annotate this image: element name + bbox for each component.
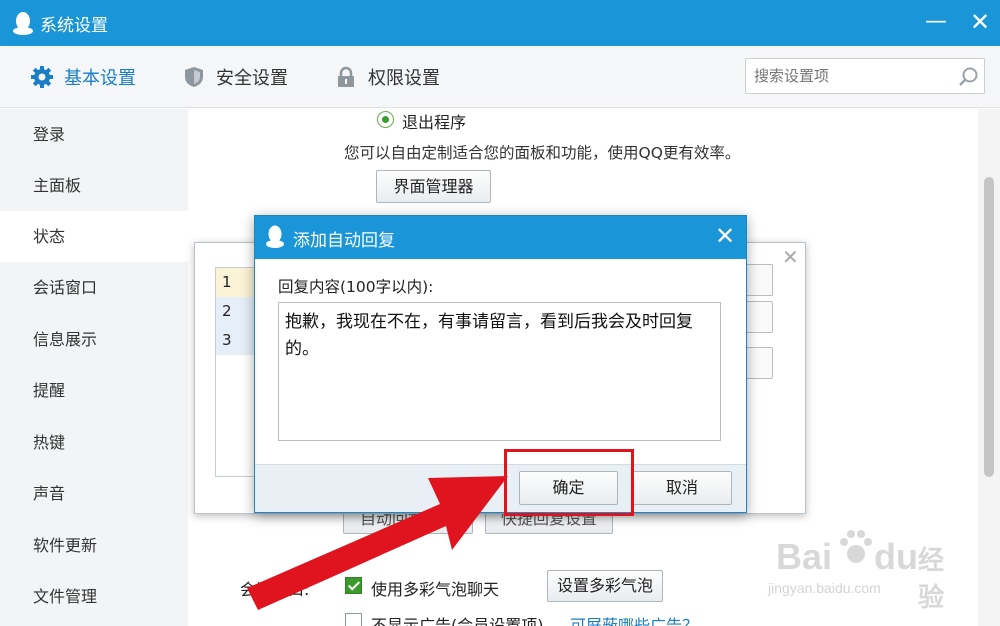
no-ads-label: 不显示广告(会员设置项)	[371, 616, 544, 626]
tab-label: 基本设置	[64, 68, 136, 89]
lock-icon	[338, 66, 354, 87]
reply-content-label: 回复内容(100字以内):	[278, 278, 434, 296]
dialog-title-bar: 添加自动回复 ✕	[255, 216, 746, 259]
session-window-label: 会话窗口:	[240, 580, 310, 599]
title-bar: 系统设置 — ✕	[0, 0, 1000, 46]
search-icon[interactable]	[958, 66, 980, 88]
qq-penguin-icon	[13, 12, 33, 35]
minimize-button[interactable]: —	[918, 6, 954, 38]
sidebar: 登录 主面板 状态 会话窗口 信息展示 提醒 热键 声音 软件更新 文件管理	[0, 109, 188, 626]
tab-permission-settings[interactable]: 权限设置	[334, 64, 440, 90]
search-input[interactable]	[754, 65, 954, 87]
reply-list: 1 2 3	[215, 267, 259, 477]
no-ads-checkbox[interactable]	[345, 613, 362, 626]
sidebar-item-status[interactable]: 状态	[0, 211, 188, 262]
add-auto-reply-dialog: 添加自动回复 ✕ 回复内容(100字以内): 抱歉，我现在不在，有事请留言，看到…	[254, 215, 747, 513]
exit-program-label: 退出程序	[402, 113, 467, 132]
exit-program-radio[interactable]	[377, 111, 394, 128]
sidebar-item-session-window[interactable]: 会话窗口	[0, 262, 188, 313]
list-item[interactable]: 1	[216, 268, 258, 297]
tab-label: 权限设置	[368, 68, 440, 89]
colorful-bubble-label: 使用多彩气泡聊天	[371, 580, 500, 599]
tab-label: 安全设置	[216, 68, 288, 89]
reply-content-textarea[interactable]: 抱歉，我现在不在，有事请留言，看到后我会及时回复的。	[278, 302, 721, 441]
gear-icon	[31, 66, 53, 88]
cancel-button[interactable]: 取消	[632, 471, 732, 505]
sidebar-item-hotkeys[interactable]: 热键	[0, 417, 188, 468]
sidebar-item-login[interactable]: 登录	[0, 109, 188, 160]
close-button[interactable]: ✕	[962, 6, 998, 38]
ok-button-highlight-box	[504, 449, 634, 516]
shield-icon	[185, 67, 203, 87]
tab-bar: 基本设置 安全设置 权限设置	[0, 46, 1000, 108]
sidebar-item-reminder[interactable]: 提醒	[0, 365, 188, 416]
list-item[interactable]: 3	[216, 326, 258, 355]
ui-manager-button[interactable]: 界面管理器	[376, 170, 491, 203]
search-box	[745, 58, 985, 94]
tab-security-settings[interactable]: 安全设置	[182, 64, 288, 90]
set-bubble-button[interactable]: 设置多彩气泡	[547, 570, 663, 602]
qq-penguin-icon	[266, 225, 284, 248]
back-dialog-close-icon[interactable]: ✕	[782, 245, 799, 269]
sidebar-item-software-update[interactable]: 软件更新	[0, 520, 188, 571]
scrollbar[interactable]	[978, 109, 1000, 626]
scrollbar-thumb[interactable]	[984, 177, 994, 477]
ads-link[interactable]: 可屏蔽哪些广告？	[570, 612, 698, 626]
panel-description: 您可以自由定制适合您的面板和功能，使用QQ更有效率。	[344, 144, 741, 162]
dialog-title: 添加自动回复	[293, 231, 395, 251]
sidebar-item-file-management[interactable]: 文件管理	[0, 571, 188, 622]
colorful-bubble-checkbox[interactable]	[345, 577, 362, 594]
sidebar-item-main-panel[interactable]: 主面板	[0, 160, 188, 211]
window-title: 系统设置	[40, 16, 108, 36]
sidebar-item-sound[interactable]: 声音	[0, 468, 188, 519]
tab-basic-settings[interactable]: 基本设置	[30, 64, 136, 90]
sidebar-item-info-display[interactable]: 信息展示	[0, 314, 188, 365]
list-item[interactable]: 2	[216, 297, 258, 326]
dialog-close-icon[interactable]: ✕	[715, 222, 735, 250]
